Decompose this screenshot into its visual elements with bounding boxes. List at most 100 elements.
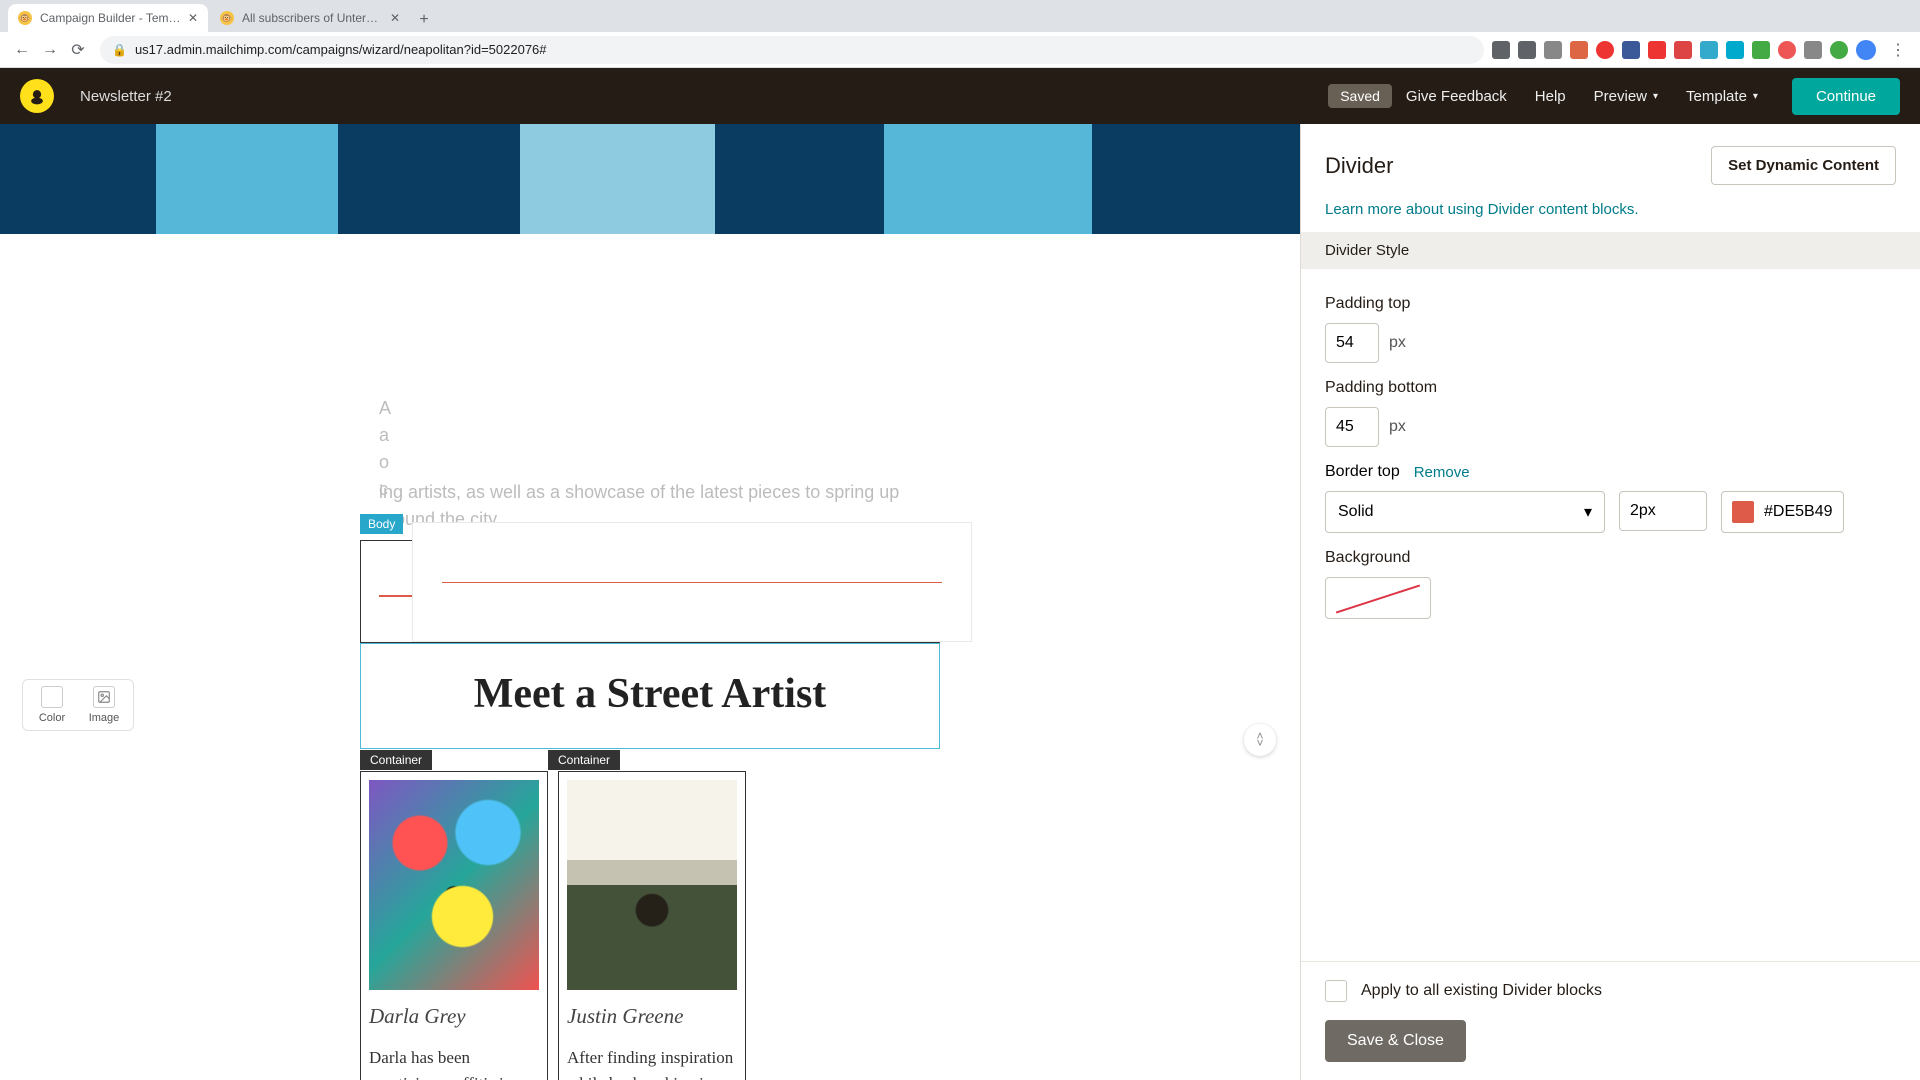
bg-tool-label: Color [39,712,65,724]
field-label: Border top [1325,463,1400,481]
container-badge[interactable]: Container [548,750,620,770]
translate-icon[interactable] [1492,41,1510,59]
artist-image[interactable] [567,780,737,990]
ghost-text: a [379,422,391,449]
background-tools: Color Image [22,679,134,731]
apply-all-label: Apply to all existing Divider blocks [1361,982,1602,1000]
padding-top-field: Padding top px [1325,295,1896,363]
mailchimp-logo-icon[interactable] [20,79,54,113]
kebab-menu-icon[interactable]: ⋮ [1886,38,1910,62]
artist-columns: Container Container Darla Grey Darla has… [360,771,940,1080]
border-color-field[interactable]: #DE5B49 [1721,491,1844,533]
new-tab-button[interactable]: + [412,8,436,32]
chevron-down-icon: ▾ [1653,91,1658,102]
border-width-input[interactable] [1619,491,1707,531]
back-icon[interactable]: ← [10,38,34,62]
browser-tab-inactive[interactable]: 🐵 All subscribers of Unternehme ✕ [210,4,410,32]
extension-icon[interactable] [1544,41,1562,59]
extension-icon[interactable] [1700,41,1718,59]
artist-name: Darla Grey [369,1004,539,1029]
address-bar[interactable]: 🔒 us17.admin.mailchimp.com/campaigns/wiz… [100,36,1484,64]
ghost-text: A [379,395,391,422]
campaign-name[interactable]: Newsletter #2 [80,88,172,105]
artist-bio: Darla has been practicing graffiti since… [369,1045,539,1080]
color-swatch-icon [1732,501,1754,523]
field-label: Background [1325,549,1896,567]
mailchimp-favicon: 🐵 [220,11,234,25]
border-style-select[interactable]: Solid ▾ [1325,491,1605,533]
extension-icon[interactable] [1778,41,1796,59]
give-feedback-link[interactable]: Give Feedback [1406,88,1507,105]
properties-panel: Divider Set Dynamic Content Learn more a… [1300,124,1920,1080]
profile-avatar-icon[interactable] [1856,40,1876,60]
section-heading: Meet a Street Artist [371,670,929,718]
apply-all-row: Apply to all existing Divider blocks [1325,980,1896,1002]
preview-menu[interactable]: Preview▾ [1594,88,1658,105]
artist-bio: After finding inspiration while backpack… [567,1045,737,1080]
heading-block[interactable]: Meet a Street Artist [360,643,940,749]
image-icon [93,686,115,708]
extension-icon[interactable] [1674,41,1692,59]
close-icon[interactable]: ✕ [188,11,198,25]
drag-ghost-divider [412,522,972,642]
remove-border-link[interactable]: Remove [1414,464,1470,481]
browser-tab-strip: 🐵 Campaign Builder - Template D ✕ 🐵 All … [0,0,1920,32]
bg-color-tool[interactable]: Color [29,686,75,724]
hero-image [0,124,1300,234]
artist-image[interactable] [369,780,539,990]
extension-icons: ⋮ [1492,38,1912,62]
continue-button[interactable]: Continue [1792,78,1900,115]
background-field: Background [1325,549,1896,619]
set-dynamic-content-button[interactable]: Set Dynamic Content [1711,146,1896,185]
bg-tool-label: Image [89,712,120,724]
extension-icon[interactable] [1648,41,1666,59]
intro-text-block[interactable]: A a o c ing artists, as well as a showca… [360,372,940,540]
panel-section-title: Divider Style [1301,232,1920,269]
body-drag-badge[interactable]: Body [360,514,403,534]
ghost-text: c [379,476,391,503]
forward-icon[interactable]: → [38,38,62,62]
apply-all-checkbox[interactable] [1325,980,1347,1002]
extension-icon[interactable] [1726,41,1744,59]
artist-name: Justin Greene [567,1004,737,1029]
padding-bottom-field: Padding bottom px [1325,379,1896,447]
background-swatch[interactable] [1325,577,1431,619]
mailchimp-favicon: 🐵 [18,11,32,25]
reorder-handle[interactable]: ˄ ˅ [1244,724,1276,756]
artist-column[interactable]: Darla Grey Darla has been practicing gra… [360,771,548,1080]
save-close-button[interactable]: Save & Close [1325,1020,1466,1062]
reload-icon[interactable]: ⟳ [66,38,90,62]
padding-bottom-input[interactable] [1325,407,1379,447]
extension-icon[interactable] [1804,41,1822,59]
container-badge[interactable]: Container [360,750,432,770]
ghost-text: o [379,449,391,476]
template-menu[interactable]: Template▾ [1686,88,1758,105]
bg-image-tool[interactable]: Image [81,686,127,724]
extension-icon[interactable] [1570,41,1588,59]
zoom-icon[interactable] [1518,41,1536,59]
extension-icon[interactable] [1752,41,1770,59]
help-link[interactable]: Help [1535,88,1566,105]
artist-column[interactable]: Justin Greene After finding inspiration … [558,771,746,1080]
divider-line-preview [442,582,942,583]
learn-more-link[interactable]: Learn more about using Divider content b… [1301,201,1920,232]
browser-tab-active[interactable]: 🐵 Campaign Builder - Template D ✕ [8,4,208,32]
close-icon[interactable]: ✕ [390,11,400,25]
unit-label: px [1389,334,1406,352]
editor-canvas[interactable]: Color Image ˄ ˅ Body [0,124,1300,1080]
browser-toolbar: ← → ⟳ 🔒 us17.admin.mailchimp.com/campaig… [0,32,1920,68]
chevron-down-icon: ˅ [1256,740,1263,747]
tab-title: All subscribers of Unternehme [242,11,384,25]
chevron-down-icon: ▾ [1584,502,1592,522]
lock-icon: 🔒 [112,43,127,57]
chevron-down-icon: ▾ [1753,91,1758,102]
extension-icon[interactable] [1622,41,1640,59]
border-top-field: Border top Remove Solid ▾ #DE5B49 [1325,463,1896,533]
unit-label: px [1389,418,1406,436]
padding-top-input[interactable] [1325,323,1379,363]
extension-icon[interactable] [1596,41,1614,59]
tab-title: Campaign Builder - Template D [40,11,182,25]
select-value: Solid [1338,503,1374,521]
color-hex-value: #DE5B49 [1764,503,1833,521]
extension-icon[interactable] [1830,41,1848,59]
